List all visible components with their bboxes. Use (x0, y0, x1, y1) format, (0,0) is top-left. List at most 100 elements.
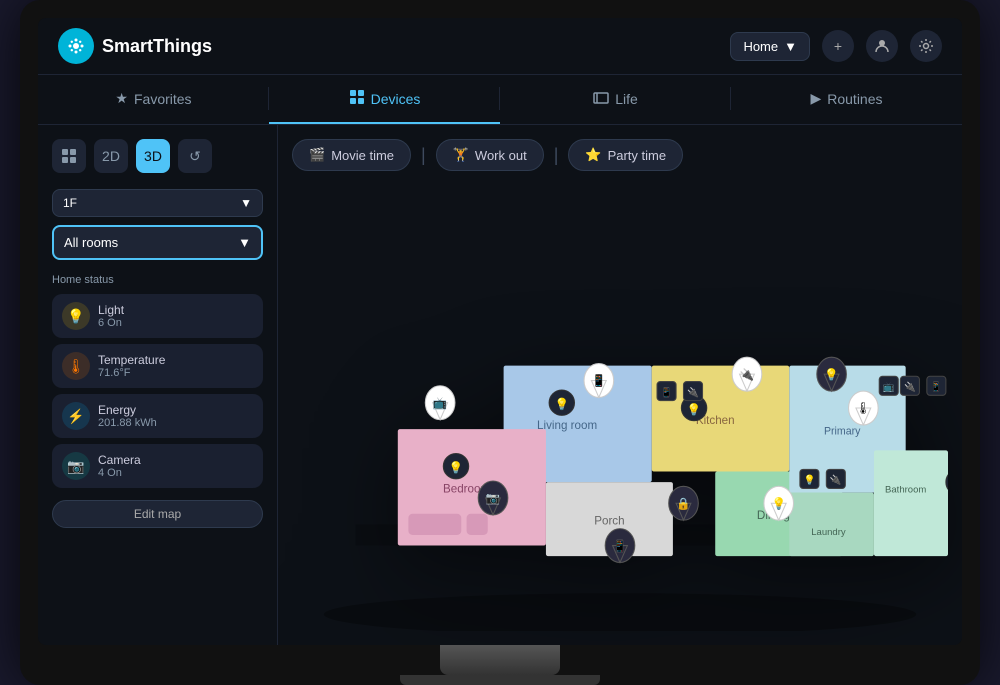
svg-text:📺: 📺 (433, 397, 447, 410)
light-value: 6 On (98, 317, 253, 329)
add-button[interactable]: + (822, 30, 854, 62)
energy-icon: ⚡ (62, 402, 90, 430)
room-selector-value: All rooms (64, 235, 118, 250)
scene-workout-button[interactable]: 🏋 Work out (436, 139, 544, 171)
favorites-label: Favorites (134, 91, 192, 107)
status-item-light[interactable]: 💡 Light 6 On (52, 294, 263, 338)
location-pin-3[interactable]: 💡 (817, 357, 847, 391)
small-device-1[interactable]: 📱 (657, 382, 676, 401)
svg-text:🔌: 🔌 (904, 381, 916, 393)
logo-area: SmartThings (58, 28, 730, 64)
room-selector[interactable]: All rooms ▼ (52, 225, 263, 260)
small-device-7[interactable]: 📱 (927, 376, 946, 395)
scene-movie-button[interactable]: 🎬 Movie time (292, 139, 411, 171)
scene-party-button[interactable]: ⭐ Party time (568, 139, 683, 171)
svg-text:🔌: 🔌 (740, 367, 754, 381)
routines-label: Routines (827, 91, 882, 107)
location-pin-4[interactable]: 🔒 (669, 486, 699, 520)
edit-map-button[interactable]: Edit map (52, 500, 263, 528)
life-label: Life (615, 91, 638, 107)
party-icon: ⭐ (585, 147, 601, 163)
tab-devices[interactable]: Devices (269, 75, 500, 124)
status-item-camera[interactable]: 📷 Camera 4 On (52, 444, 263, 488)
location-pin-5[interactable]: 💡 (764, 486, 794, 520)
light-label: Light (98, 303, 253, 317)
svg-text:🔌: 🔌 (687, 386, 699, 398)
camera-label: Camera (98, 453, 253, 467)
view-history-button[interactable]: ↺ (178, 139, 212, 173)
svg-text:📺: 📺 (883, 381, 895, 393)
svg-text:💡: 💡 (449, 460, 463, 474)
view-2d-button[interactable]: 2D (94, 139, 128, 173)
scene-divider-1: | (421, 145, 426, 166)
location-pin-8[interactable]: 🌡 (849, 391, 879, 425)
location-pin-6[interactable]: 📷 (478, 481, 508, 515)
svg-text:💡: 💡 (803, 474, 815, 486)
energy-label: Energy (98, 403, 253, 417)
tab-routines[interactable]: ▶ Routines (731, 75, 962, 124)
floor-selector-chevron: ▼ (240, 196, 252, 210)
svg-text:Bathroom: Bathroom (885, 485, 926, 496)
tab-favorites[interactable]: ★ Favorites (38, 75, 269, 124)
status-item-energy[interactable]: ⚡ Energy 201.88 kWh (52, 394, 263, 438)
svg-text:Porch: Porch (594, 514, 624, 527)
small-device-5[interactable]: 📺 (879, 376, 898, 395)
temperature-value: 71.6°F (98, 367, 253, 379)
svg-text:📱: 📱 (661, 386, 673, 398)
device-pin[interactable]: 💡 (549, 390, 574, 415)
scene-divider-2: | (554, 145, 559, 166)
scene-bar: 🎬 Movie time | 🏋 Work out | ⭐ Party time (292, 139, 948, 171)
svg-text:📱: 📱 (592, 374, 606, 388)
workout-label: Work out (475, 148, 527, 163)
sidebar: 2D 3D ↺ 1F ▼ All rooms ▼ Home status (38, 125, 278, 645)
small-device-3[interactable]: 💡 (800, 469, 819, 488)
light-status-text: Light 6 On (98, 303, 253, 329)
camera-value: 4 On (98, 467, 253, 479)
location-pin-2[interactable]: 🔌 (732, 357, 762, 391)
tv-stand-base (400, 675, 600, 685)
devices-label: Devices (371, 91, 421, 107)
svg-text:🔒: 🔒 (676, 497, 690, 510)
temperature-icon: 🌡 (62, 352, 90, 380)
home-status-title: Home status (52, 274, 263, 286)
small-device-6[interactable]: 🔌 (900, 376, 919, 395)
view-3d-button[interactable]: 3D (136, 139, 170, 173)
location-pin-9[interactable]: 📺 (425, 386, 455, 420)
profile-button[interactable] (866, 30, 898, 62)
tab-life[interactable]: Life (500, 75, 731, 124)
location-pin-1[interactable]: 📱 (584, 364, 614, 398)
view-3d-label: 3D (144, 148, 162, 164)
svg-text:Laundry: Laundry (811, 527, 846, 538)
small-device-4[interactable]: 🔌 (826, 469, 845, 488)
svg-text:Primary: Primary (824, 425, 861, 437)
energy-status-text: Energy 201.88 kWh (98, 403, 253, 429)
temperature-status-text: Temperature 71.6°F (98, 353, 253, 379)
devices-icon (349, 89, 365, 108)
tv-stand (440, 645, 560, 675)
header: SmartThings Home ▼ + (38, 18, 962, 75)
party-label: Party time (608, 148, 667, 163)
settings-button[interactable] (910, 30, 942, 62)
device-pin[interactable]: 💡 (443, 453, 468, 478)
svg-text:💡: 💡 (771, 496, 785, 510)
location-pin-7[interactable]: 📱 (605, 529, 635, 563)
view-grid-button[interactable] (52, 139, 86, 173)
floor-plan-svg: Living room Kitchen Bedroom Dining Porch… (292, 185, 948, 631)
floor-selector[interactable]: 1F ▼ (52, 189, 263, 217)
floor-selector-value: 1F (63, 196, 77, 210)
header-right: Home ▼ + (730, 30, 942, 62)
tv-screen: SmartThings Home ▼ + (38, 18, 962, 645)
status-item-temperature[interactable]: 🌡 Temperature 71.6°F (52, 344, 263, 388)
home-selector-chevron: ▼ (784, 39, 797, 54)
favorites-icon: ★ (115, 90, 128, 107)
app-name: SmartThings (102, 36, 212, 57)
smartthings-logo-icon (58, 28, 94, 64)
svg-text:💡: 💡 (687, 402, 701, 416)
home-selector[interactable]: Home ▼ (730, 32, 810, 61)
home-selector-label: Home (743, 39, 778, 54)
life-icon (593, 91, 609, 107)
small-device-2[interactable]: 🔌 (683, 382, 702, 401)
svg-text:Living room: Living room (537, 419, 597, 432)
movie-label: Movie time (331, 148, 394, 163)
svg-text:📱: 📱 (613, 539, 627, 553)
